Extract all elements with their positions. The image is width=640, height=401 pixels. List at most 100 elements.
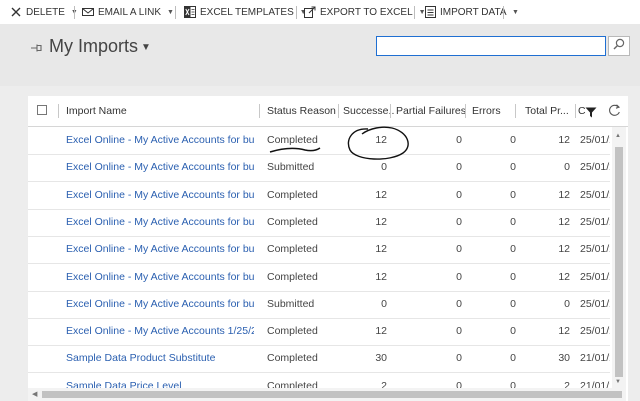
cell-import-name[interactable]: Excel Online - My Active Accounts for bu… <box>66 236 254 263</box>
grid-area: Import Name Status Reason Successe... Pa… <box>0 86 640 401</box>
cell-successes: 12 <box>375 134 387 146</box>
cell-errors: 0 <box>510 352 516 365</box>
column-divider <box>575 104 576 118</box>
divider <box>175 6 176 19</box>
cell-total: 12 <box>558 270 570 283</box>
cell-successes: 0 <box>381 161 387 174</box>
vertical-scroll-thumb[interactable] <box>615 147 623 377</box>
email-link-button[interactable]: EMAIL A LINK ▼ <box>82 0 174 24</box>
import-data-label: IMPORT DATA <box>440 6 507 18</box>
cell-successes: 12 <box>375 188 387 201</box>
view-title[interactable]: My Imports <box>49 36 138 57</box>
table-row[interactable]: Excel Online - My Active Accounts for bu… <box>28 264 610 292</box>
cell-import-name[interactable]: Sample Data Product Substitute <box>66 345 254 372</box>
divider <box>503 6 504 19</box>
cell-errors: 0 <box>510 270 516 283</box>
divider <box>74 6 75 19</box>
excel-templates-button[interactable]: EXCEL TEMPLATES ▼ <box>184 0 307 24</box>
horizontal-scrollbar[interactable]: ◀ <box>28 388 626 401</box>
cell-status-reason: Completed <box>267 215 318 228</box>
cell-partial-failures: 0 <box>456 297 462 310</box>
refresh-icon[interactable] <box>608 104 621 122</box>
cell-errors: 0 <box>510 188 516 201</box>
cell-created-on: 21/01/2 <box>580 352 610 365</box>
table-row[interactable]: Excel Online - My Active Accounts for bu… <box>28 182 610 210</box>
cell-total: 12 <box>558 134 570 146</box>
cell-status-reason: Completed <box>267 188 318 201</box>
cell-import-name[interactable]: Excel Online - My Active Accounts for bu… <box>66 291 254 318</box>
cell-errors: 0 <box>510 215 516 228</box>
chevron-down-icon: ▼ <box>167 8 174 16</box>
imports-grid: Import Name Status Reason Successe... Pa… <box>28 96 628 401</box>
column-header-errors[interactable]: Errors <box>472 96 512 126</box>
scroll-up-icon[interactable]: ▲ <box>615 133 621 139</box>
table-row[interactable]: Excel Online - My Active Accounts for bu… <box>28 291 610 319</box>
cell-created-on: 25/01/2 <box>580 134 610 146</box>
excel-icon <box>184 6 196 18</box>
pin-icon[interactable] <box>30 41 44 55</box>
column-header-successes[interactable]: Successe... <box>343 96 395 126</box>
select-all-checkbox[interactable] <box>37 105 47 115</box>
vertical-scrollbar[interactable]: ▲ ▼ <box>612 127 626 389</box>
table-row[interactable]: Excel Online - My Active Accounts for bu… <box>28 154 610 183</box>
cell-partial-failures: 0 <box>456 134 462 146</box>
cell-import-name[interactable]: Excel Online - My Active Accounts for bu… <box>66 182 254 209</box>
cell-import-name[interactable]: Excel Online - My Active Accounts 1/25/2… <box>66 318 254 345</box>
cell-total: 30 <box>558 352 570 365</box>
column-divider <box>58 104 59 118</box>
divider <box>296 6 297 19</box>
cell-status-reason: Completed <box>267 243 318 256</box>
table-row[interactable]: Sample Data Product Substitute Completed 3… <box>28 345 610 374</box>
import-data-button[interactable]: IMPORT DATA <box>424 0 507 24</box>
cell-errors: 0 <box>510 297 516 310</box>
cell-created-on: 25/01/2 <box>580 270 610 283</box>
divider <box>414 6 415 19</box>
table-row[interactable]: Excel Online - My Active Accounts for bu… <box>28 209 610 237</box>
cell-partial-failures: 0 <box>456 325 462 338</box>
cell-successes: 30 <box>375 352 387 365</box>
column-header-import-name[interactable]: Import Name <box>66 96 256 126</box>
excel-templates-label: EXCEL TEMPLATES <box>200 6 294 18</box>
cell-created-on: 25/01/2 <box>580 297 610 310</box>
cell-import-name[interactable]: Excel Online - My Active Accounts for bu… <box>66 264 254 291</box>
scroll-down-icon[interactable]: ▼ <box>615 379 621 385</box>
column-header-total[interactable]: Total Pr... <box>525 96 577 126</box>
cell-import-name[interactable]: Excel Online - My Active Accounts for bu… <box>66 154 254 181</box>
table-row[interactable]: Excel Online - My Active Accounts for bu… <box>28 127 610 155</box>
more-commands-button[interactable]: ▼ <box>506 0 519 24</box>
column-divider <box>515 104 516 118</box>
search-button[interactable] <box>608 36 630 56</box>
cell-total: 12 <box>558 188 570 201</box>
cell-import-name[interactable]: Excel Online - My Active Accounts for bu… <box>66 127 254 154</box>
search-input[interactable] <box>376 36 606 56</box>
cell-partial-failures: 0 <box>456 215 462 228</box>
cell-import-name[interactable]: Excel Online - My Active Accounts for bu… <box>66 209 254 236</box>
cell-total: 0 <box>564 161 570 174</box>
delete-label: DELETE <box>26 6 65 18</box>
cell-errors: 0 <box>510 325 516 338</box>
grid-header: Import Name Status Reason Successe... Pa… <box>28 96 628 127</box>
cell-partial-failures: 0 <box>456 270 462 283</box>
import-icon <box>424 6 436 18</box>
chevron-down-icon: ▼ <box>512 8 519 16</box>
delete-button[interactable]: DELETE ▼ <box>10 0 78 24</box>
table-row[interactable]: Excel Online - My Active Accounts 1/25/2… <box>28 318 610 347</box>
horizontal-scroll-thumb[interactable] <box>42 391 622 398</box>
export-to-excel-button[interactable]: EXPORT TO EXCEL ▼ <box>304 0 426 24</box>
command-bar: DELETE ▼ EMAIL A LINK ▼ EXCEL TEMPLATES … <box>0 0 640 25</box>
cell-status-reason: Completed <box>267 270 318 283</box>
table-row[interactable]: Excel Online - My Active Accounts for bu… <box>28 236 610 265</box>
cell-total: 12 <box>558 215 570 228</box>
envelope-link-icon <box>82 6 94 18</box>
cell-status-reason: Completed <box>267 325 318 338</box>
column-header-status-reason[interactable]: Status Reason <box>267 96 339 126</box>
view-selector-chevron-icon[interactable]: ▼ <box>141 42 151 53</box>
export-icon <box>304 6 316 18</box>
cell-status-reason: Completed <box>267 134 318 146</box>
scroll-left-icon[interactable]: ◀ <box>32 390 37 399</box>
column-divider <box>259 104 260 118</box>
column-divider <box>465 104 466 118</box>
filter-icon[interactable] <box>585 105 597 123</box>
cell-partial-failures: 0 <box>456 352 462 365</box>
column-header-partial-failures[interactable]: Partial Failures <box>396 96 474 126</box>
